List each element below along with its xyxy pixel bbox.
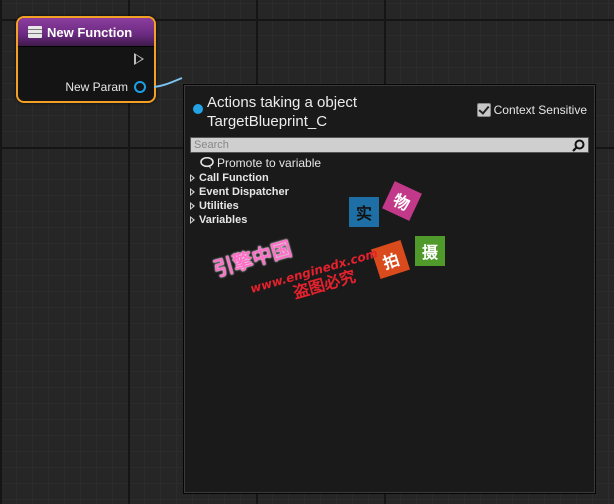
expand-arrow-icon[interactable] — [190, 202, 195, 210]
category-event-dispatcher[interactable]: Event Dispatcher — [190, 185, 289, 199]
context-sensitive-checkbox[interactable] — [476, 103, 491, 117]
category-variables[interactable]: Variables — [190, 213, 289, 227]
category-label: Utilities — [199, 200, 239, 212]
category-label: Event Dispatcher — [199, 186, 289, 198]
search-icon[interactable] — [572, 139, 585, 152]
menu-header: Actions taking a object TargetBlueprint_… — [192, 93, 587, 133]
object-output-pin-icon[interactable] — [134, 81, 146, 93]
promote-label: Promote to variable — [217, 156, 322, 170]
node-header[interactable]: New Function — [18, 18, 154, 47]
promote-to-variable-item[interactable]: Promote to variable — [200, 156, 321, 170]
param-output-row: New Param — [65, 80, 146, 94]
category-utilities[interactable]: Utilities — [190, 199, 289, 213]
param-label: New Param — [65, 80, 128, 94]
node-title: New Function — [47, 24, 133, 40]
function-entry-node[interactable]: New Function New Param — [16, 16, 156, 103]
category-label: Call Function — [199, 172, 269, 184]
context-sensitive-toggle[interactable]: Context Sensitive — [476, 103, 587, 117]
exec-output-pin-icon[interactable] — [134, 53, 144, 65]
expand-arrow-icon[interactable] — [190, 188, 195, 196]
object-type-dot-icon — [193, 104, 203, 114]
context-sensitive-label: Context Sensitive — [493, 103, 587, 117]
expand-arrow-icon[interactable] — [190, 216, 195, 224]
speech-bubble-icon — [200, 157, 214, 169]
function-icon — [28, 26, 42, 38]
context-title: Actions taking a object TargetBlueprint_… — [207, 94, 358, 130]
action-menu-popup[interactable]: Actions taking a object TargetBlueprint_… — [183, 84, 596, 494]
category-label: Variables — [199, 214, 248, 226]
search-box[interactable] — [190, 137, 589, 153]
search-input[interactable] — [191, 138, 577, 152]
category-list: Call Function Event Dispatcher Utilities… — [190, 171, 289, 227]
dragging-wire — [154, 77, 183, 88]
category-call-function[interactable]: Call Function — [190, 171, 289, 185]
expand-arrow-icon[interactable] — [190, 174, 195, 182]
